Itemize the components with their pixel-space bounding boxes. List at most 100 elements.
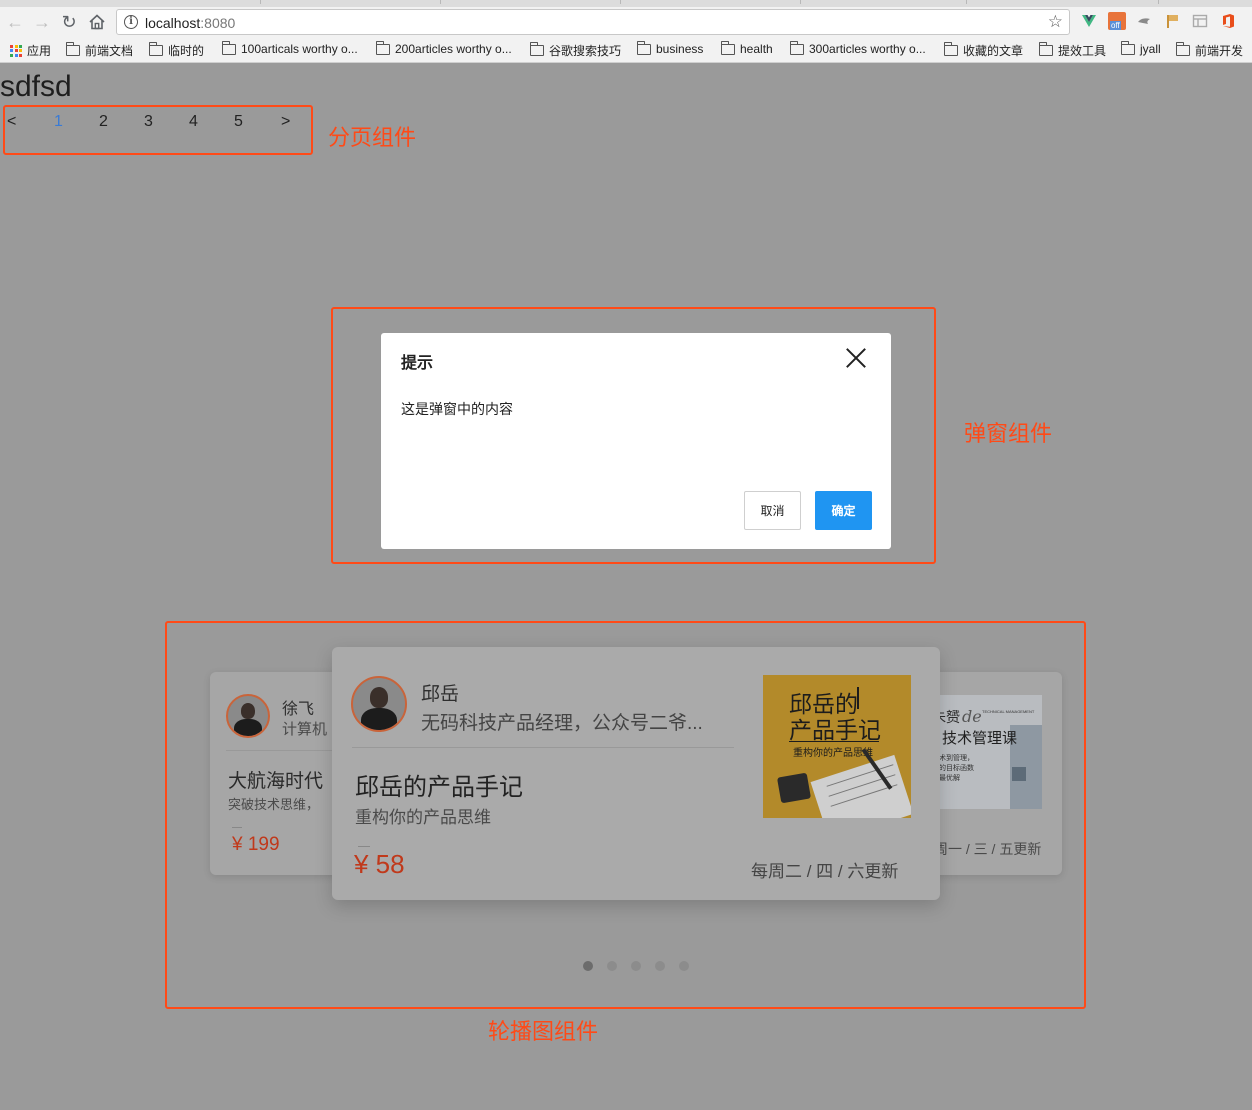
bookmark-folder[interactable]: 300articles worthy o... <box>790 40 926 56</box>
folder-icon <box>637 40 651 55</box>
folder-icon <box>1121 40 1135 55</box>
extension-off-icon[interactable]: off <box>1108 12 1126 30</box>
folder-icon <box>1176 42 1190 56</box>
carousel-indicator-4[interactable] <box>655 961 665 971</box>
folder-icon <box>149 42 163 56</box>
browser-chrome: ← → ↻ i localhost:8080 ☆ off 应用 前端文档 临时的… <box>0 0 1252 63</box>
bookmark-label: 收藏的文章 <box>963 44 1024 58</box>
address-bar[interactable]: i localhost:8080 ☆ <box>116 9 1070 35</box>
pagination-page-2[interactable]: 2 <box>99 113 108 131</box>
carousel-indicator-3[interactable] <box>631 961 641 971</box>
update-schedule: 每周二 / 四 / 六更新 <box>751 862 899 881</box>
bookmark-label: jyall <box>1140 42 1161 56</box>
avatar <box>351 676 407 732</box>
bookmark-folder[interactable]: health <box>721 40 773 56</box>
bookmark-star-icon[interactable]: ☆ <box>1048 12 1063 32</box>
bookmark-folder[interactable]: 收藏的文章 <box>944 42 1023 59</box>
course-price: ¥ 58 <box>354 849 405 879</box>
update-schedule: 周一 / 三 / 五更新 <box>934 841 1042 857</box>
bookmark-folder[interactable]: 100articals worthy o... <box>222 40 358 56</box>
pagination-prev-button[interactable]: < <box>7 113 16 131</box>
confirm-button[interactable]: 确定 <box>815 491 872 530</box>
course-subtitle: 突破技术思维， <box>228 797 320 812</box>
modal-body: 这是弹窗中的内容 <box>401 401 513 417</box>
home-button[interactable] <box>86 11 108 33</box>
bookmark-label: 提效工具 <box>1058 44 1107 58</box>
folder-icon <box>790 40 804 55</box>
course-title: 大航海时代 <box>228 771 324 792</box>
bookmark-label: 100articals worthy o... <box>241 42 358 56</box>
bookmark-folder[interactable]: 谷歌搜索技巧 <box>530 42 621 59</box>
reload-button[interactable]: ↻ <box>58 11 80 33</box>
bookmark-label: business <box>656 42 704 56</box>
bookmark-folder[interactable]: 前端文档 <box>66 42 133 59</box>
bookmark-folder[interactable]: business <box>637 40 704 56</box>
course-title: 邱岳的产品手记 <box>355 774 523 801</box>
pagination-page-5[interactable]: 5 <box>234 113 243 131</box>
extension-layout-icon[interactable] <box>1192 13 1208 29</box>
tab-strip[interactable] <box>0 0 1252 7</box>
bookmark-folder[interactable]: 提效工具 <box>1039 42 1106 59</box>
folder-icon <box>530 42 544 56</box>
extension-flag-icon[interactable] <box>1164 13 1180 29</box>
bookmark-label: 前端开发 <box>1195 44 1244 58</box>
cover-suffix-text: de <box>962 707 982 726</box>
page-title: sdfsd <box>0 70 72 103</box>
course-price: ¥ 199 <box>232 834 280 855</box>
carousel-card-center[interactable]: 邱岳 无码科技产品经理，公众号二爷... 邱岳的产品手记 重构你的产品思维 ¥ … <box>332 647 940 900</box>
carousel-indicator-2[interactable] <box>607 961 617 971</box>
author-title: 无码科技产品经理，公众号二爷... <box>421 713 703 734</box>
info-icon[interactable]: i <box>124 15 138 29</box>
author-name: 邱岳 <box>421 684 460 705</box>
bookmark-label: 200articles worthy o... <box>395 42 512 56</box>
folder-icon <box>66 42 80 56</box>
bookmark-label: 前端文档 <box>85 44 134 58</box>
cover-tag-text: TECHNICAL MANAGEMENT <box>982 709 1035 714</box>
cover-title: 产品手记 <box>789 717 881 743</box>
pagination-next-button[interactable]: > <box>281 113 290 131</box>
carousel-annotation: 轮播图组件 <box>488 1019 599 1044</box>
modal-annotation: 弹窗组件 <box>964 421 1053 446</box>
extension-bird-icon[interactable] <box>1136 13 1152 29</box>
bookmark-folder[interactable]: 临时的 <box>149 42 204 59</box>
bookmark-label: 谷歌搜索技巧 <box>549 44 622 58</box>
price-divider <box>232 827 242 828</box>
course-subtitle: 重构你的产品思维 <box>355 808 491 827</box>
bookmark-label: 应用 <box>27 44 52 58</box>
modal-title: 提示 <box>401 355 434 372</box>
folder-icon <box>721 40 735 55</box>
avatar <box>226 694 270 738</box>
back-button[interactable]: ← <box>4 11 26 33</box>
carousel-indicator-5[interactable] <box>679 961 689 971</box>
folder-icon <box>944 42 958 56</box>
bookmark-apps[interactable]: 应用 <box>10 42 51 59</box>
pagination-page-1[interactable]: 1 <box>54 113 63 131</box>
bookmark-folder[interactable]: 200articles worthy o... <box>376 40 512 56</box>
office-icon[interactable] <box>1220 13 1236 29</box>
bookmarks-bar: 应用 前端文档 临时的 100articals worthy o... 200a… <box>0 40 1252 62</box>
pagination: < 1 2 3 4 5 > <box>3 105 313 155</box>
folder-icon <box>376 40 390 55</box>
forward-button[interactable]: → <box>31 11 53 33</box>
carousel-indicator-1[interactable] <box>583 961 593 971</box>
cover-title: 技术管理课 <box>942 730 1018 747</box>
course-cover: 朱赟 de TECHNICAL MANAGEMENT 技术管理课 技术到管理， … <box>932 695 1042 809</box>
vue-devtools-icon[interactable] <box>1081 13 1097 29</box>
course-cover: 邱岳的 产品手记 重构你的产品思维 <box>763 675 911 818</box>
cover-subtitle: 重构你的产品思维 <box>793 748 873 759</box>
url-text[interactable]: localhost:8080 <box>145 15 235 31</box>
cancel-button[interactable]: 取消 <box>744 491 801 530</box>
bookmark-folder[interactable]: 前端开发 <box>1176 42 1243 59</box>
close-icon[interactable] <box>843 345 869 371</box>
price-divider <box>358 846 370 847</box>
pagination-annotation: 分页组件 <box>328 125 417 150</box>
modal-dialog: 提示 这是弹窗中的内容 取消 确定 <box>381 333 891 549</box>
bookmark-label: 临时的 <box>168 44 205 58</box>
pagination-page-3[interactable]: 3 <box>144 113 153 131</box>
bookmark-label: health <box>740 42 773 56</box>
author-title: 计算机 <box>282 721 328 738</box>
folder-icon <box>1039 42 1053 56</box>
bookmark-folder[interactable]: jyall <box>1121 40 1161 56</box>
author-name: 徐飞 <box>282 701 315 718</box>
pagination-page-4[interactable]: 4 <box>189 113 198 131</box>
